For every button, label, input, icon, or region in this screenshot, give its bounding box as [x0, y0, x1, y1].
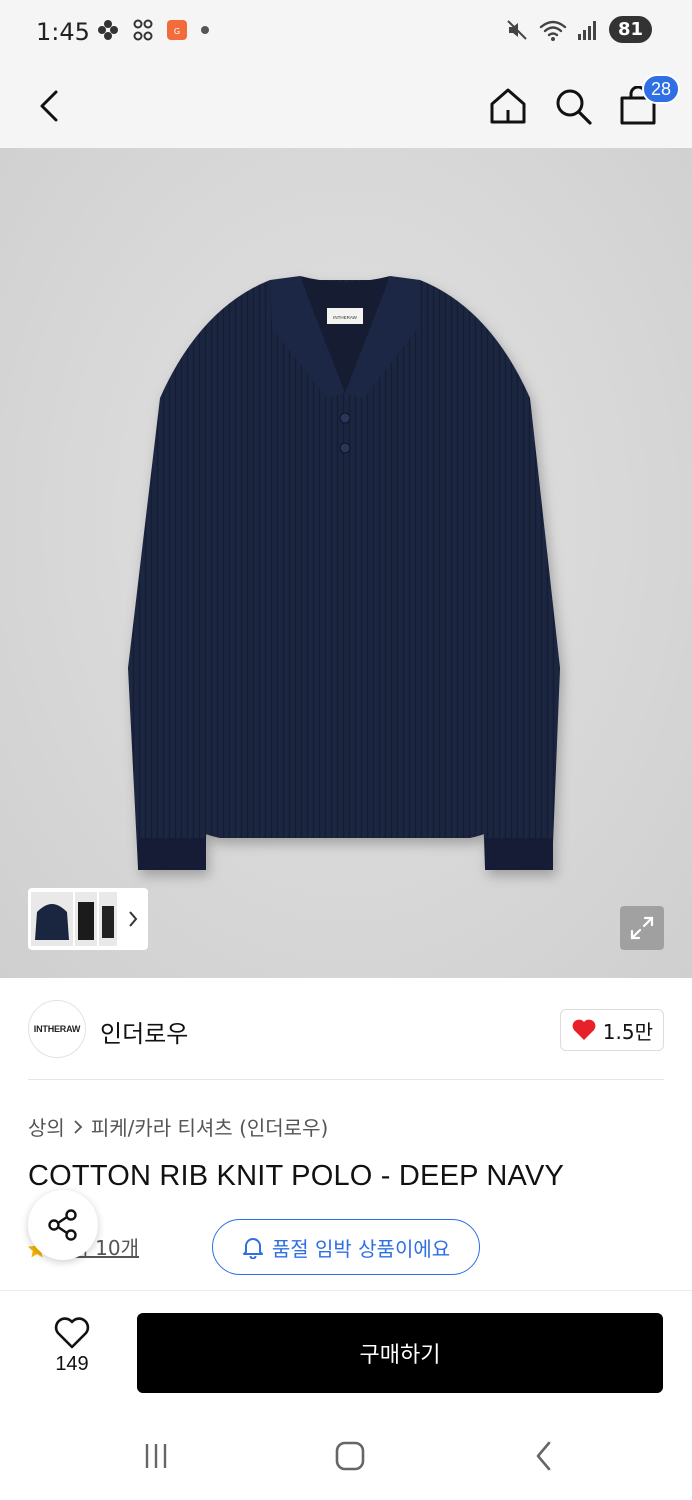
soldout-alert-button[interactable]: 품절 임박 상품이에요: [212, 1219, 480, 1275]
soldout-alert-label: 품절 임박 상품이에요: [271, 1236, 451, 1261]
signal-icon: [577, 20, 596, 40]
bottom-action-bar: 149 구매하기: [0, 1290, 692, 1410]
status-system-icons: 81: [505, 16, 652, 43]
divider: [28, 1079, 664, 1080]
buy-button[interactable]: 구매하기: [137, 1313, 663, 1393]
product-title: COTTON RIB KNIT POLO - DEEP NAVY: [28, 1160, 565, 1192]
sweater-graphic: INTHERAW: [128, 276, 560, 870]
share-icon: [48, 1209, 77, 1241]
thumbnail-1[interactable]: [31, 892, 73, 946]
expand-image-button[interactable]: [620, 906, 664, 950]
battery-indicator: 81: [608, 16, 652, 43]
status-notification-icons: G: [96, 18, 210, 42]
image-thumbnail-strip[interactable]: [28, 888, 148, 950]
system-nav-bar: [0, 1410, 692, 1500]
brand-name[interactable]: 인더로우: [100, 1014, 188, 1049]
home-button[interactable]: [480, 78, 536, 134]
app-header: 28: [0, 64, 692, 148]
breadcrumb-category[interactable]: 상의: [28, 1112, 65, 1141]
home-icon: [490, 88, 526, 124]
pinwheel-icon: [98, 20, 118, 40]
search-button[interactable]: [545, 78, 601, 134]
breadcrumb: 상의 피케/카라 티셔츠 (인더로우): [28, 1112, 328, 1141]
cart-count-badge: 28: [642, 74, 680, 104]
home-nav-icon: [335, 1441, 365, 1471]
back-nav-icon: [536, 1441, 551, 1471]
expand-icon: [630, 916, 654, 940]
back-button[interactable]: [22, 78, 78, 134]
thumbnail-2[interactable]: [75, 892, 97, 946]
heart-outline-icon: [54, 1317, 90, 1349]
breadcrumb-subcategory[interactable]: 피케/카라 티셔츠 (인더로우): [91, 1112, 328, 1141]
home-nav-button[interactable]: [330, 1438, 370, 1474]
brand-logo[interactable]: INTHERAW: [28, 1000, 86, 1058]
product-photo: INTHERAW: [128, 276, 560, 870]
back-nav-button[interactable]: [524, 1438, 564, 1474]
bell-icon: [242, 1238, 263, 1259]
brand-like-button[interactable]: 1.5만: [559, 1009, 664, 1051]
status-bar: 1:45 G 81: [0, 0, 692, 64]
status-time: 1:45: [36, 18, 90, 46]
recent-apps-button[interactable]: [136, 1438, 176, 1474]
grid-app-icon: [133, 19, 153, 41]
share-button[interactable]: [28, 1190, 98, 1260]
dot-icon: [201, 26, 209, 34]
search-icon: [556, 89, 592, 125]
thumbnail-3[interactable]: [99, 892, 117, 946]
chevron-right-icon: [74, 1119, 83, 1134]
brand-like-count: 1.5만: [602, 1019, 653, 1044]
wifi-icon: [539, 20, 567, 41]
garment-label-text: INTHERAW: [333, 315, 358, 320]
heart-filled-icon: [572, 1019, 596, 1040]
recent-apps-icon: [145, 1444, 167, 1468]
cart-button[interactable]: 28: [610, 74, 680, 134]
product-image[interactable]: INTHERAW: [0, 148, 692, 978]
wishlist-count: 149: [55, 1353, 89, 1375]
mute-icon: [507, 19, 527, 40]
back-icon: [40, 90, 58, 122]
chevron-right-icon: [129, 911, 138, 927]
brand-row[interactable]: INTHERAW 인더로우 1.5만: [28, 1000, 664, 1058]
wishlist-button[interactable]: 149: [40, 1315, 104, 1385]
app-notification-icon: G: [167, 20, 187, 40]
svg-text:G: G: [174, 27, 180, 36]
